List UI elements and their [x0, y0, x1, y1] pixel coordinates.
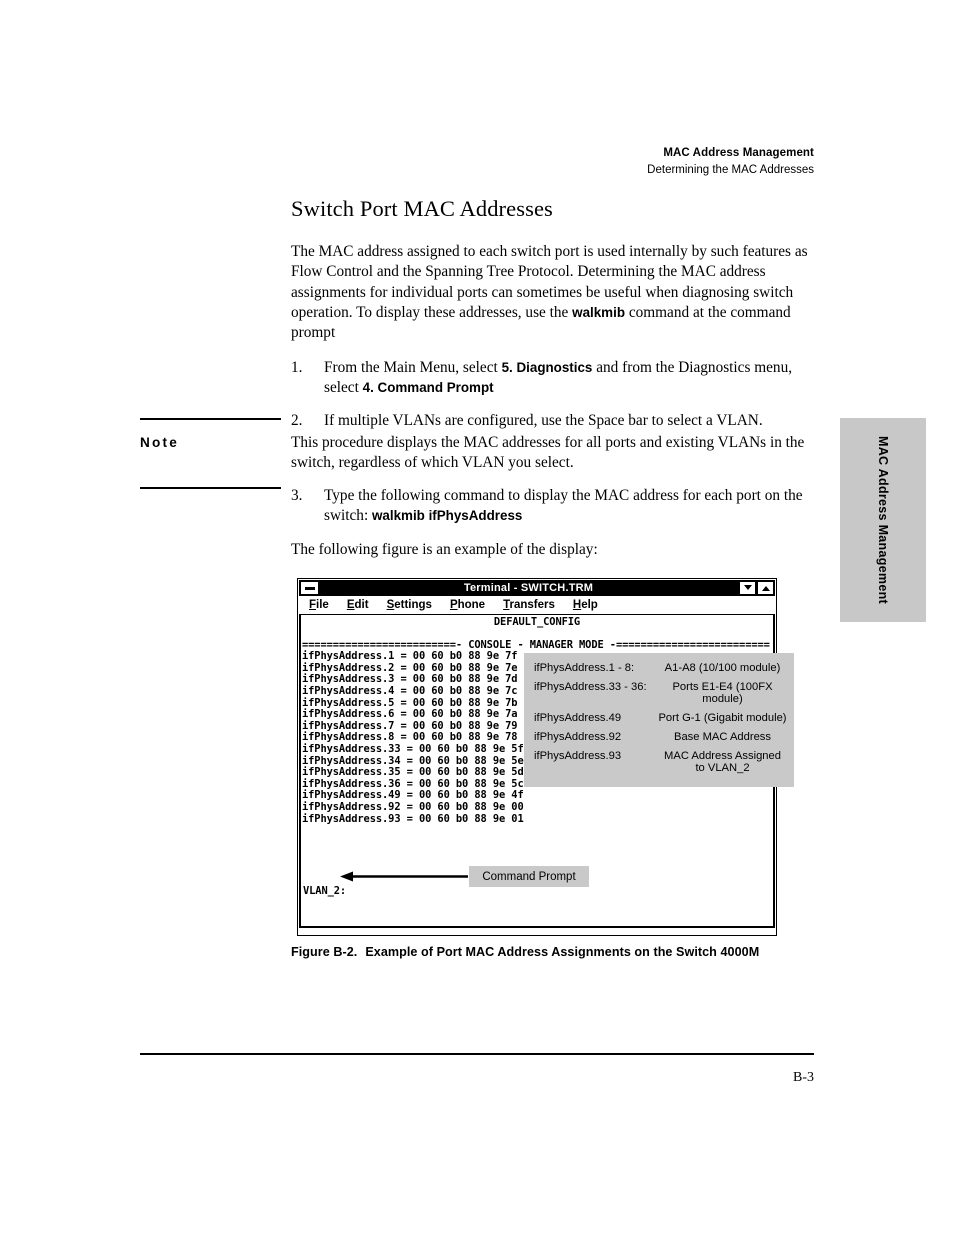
menu-item-phone[interactable]: Phone [450, 599, 485, 611]
step-number: 1. [291, 358, 303, 376]
chevron-down-icon[interactable] [739, 581, 756, 595]
terminal-output-line: ifPhysAddress.92 = 00 60 b0 88 9e 00 [302, 800, 524, 813]
running-header-subtitle: Determining the MAC Addresses [647, 163, 814, 176]
legend-key: ifPhysAddress.1 - 8: [534, 662, 635, 674]
legend-row: ifPhysAddress.1 - 8: A1-A8 (10/100 module… [524, 662, 794, 674]
steps-list-continued: 3. Type the following command to display … [291, 486, 818, 527]
step-bold-1: 5. Diagnostics [501, 359, 593, 375]
legend-row: ifPhysAddress.33 - 36: Ports E1-E4 (100FX… [524, 681, 794, 705]
note-block: Note This procedure displays the MAC add… [140, 418, 814, 489]
legend-row: ifPhysAddress.93 MAC Address Assigned to … [524, 750, 794, 774]
legend-key: ifPhysAddress.49 [534, 712, 622, 724]
note-label: Note [140, 434, 180, 450]
terminal-separator-line: =========================- CONSOLE - MAN… [302, 638, 770, 651]
terminal-titlebar[interactable]: Terminal - SWITCH.TRM [299, 580, 775, 596]
menu-item-settings[interactable]: Settings [387, 599, 432, 611]
figure-caption: Figure B-2. Example of Port MAC Address A… [291, 945, 831, 959]
step-number: 3. [291, 487, 303, 504]
figure-lead-in: The following figure is an example of th… [291, 540, 598, 558]
minimize-box-icon[interactable] [300, 581, 319, 595]
callout-arrow-icon [340, 871, 468, 882]
note-rule-bottom [140, 487, 281, 489]
list-item: 1. From the Main Menu, select 5. Diagnost… [291, 358, 814, 399]
terminal-command-prompt[interactable]: VLAN_2: [303, 885, 346, 898]
legend-value: Ports E1-E4 (100FX module) [672, 681, 773, 705]
steps-list-part2: 3. Type the following command to display … [291, 486, 818, 574]
terminal-menubar[interactable]: File Edit Settings Phone Transfers Help [299, 596, 775, 615]
legend-value: Base MAC Address [674, 731, 771, 743]
legend-key: ifPhysAddress.33 - 36: [534, 681, 647, 693]
legend-row: ifPhysAddress.49 Port G-1 (Gigabit module… [524, 712, 794, 724]
terminal-output-line: ifPhysAddress.93 = 00 60 b0 88 9e 01 [302, 812, 524, 825]
chapter-thumb-tab: MAC Address Management [840, 418, 926, 622]
legend-key: ifPhysAddress.93 [534, 750, 622, 762]
window-controls[interactable] [738, 581, 774, 595]
figure-caption-text: Example of Port MAC Address Assignments … [365, 945, 760, 959]
callout-command-prompt-text: Command Prompt [482, 870, 576, 883]
chevron-up-icon[interactable] [757, 581, 774, 595]
page-number: B-3 [793, 1070, 814, 1085]
intro-paragraph: The MAC address assigned to each switch … [291, 242, 814, 344]
callout-legend-box: ifPhysAddress.1 - 8: A1-A8 (10/100 module… [524, 653, 794, 787]
legend-value: MAC Address Assigned to VLAN_2 [664, 750, 781, 774]
footer-rule [140, 1053, 814, 1055]
figure-number: Figure B-2. [291, 945, 358, 959]
callout-command-prompt-label: Command Prompt [469, 866, 589, 887]
legend-key: ifPhysAddress.92 [534, 731, 622, 743]
step-bold-2: 4. Command Prompt [362, 380, 494, 396]
intro-command: walkmib [572, 305, 625, 321]
menu-item-help[interactable]: Help [573, 599, 598, 611]
menu-item-edit[interactable]: Edit [347, 599, 369, 611]
legend-row: ifPhysAddress.92 Base MAC Address [524, 731, 794, 743]
legend-value: Port G-1 (Gigabit module) [658, 712, 787, 724]
legend-value: A1-A8 (10/100 module) [664, 662, 781, 674]
terminal-window-title: Terminal - SWITCH.TRM [463, 582, 594, 594]
chapter-thumb-tab-label: MAC Address Management [876, 436, 890, 604]
list-item: 3. Type the following command to display … [291, 486, 818, 527]
note-text: This procedure displays the MAC addresse… [291, 433, 805, 471]
menu-item-transfers[interactable]: Transfers [503, 599, 555, 611]
page-title: Switch Port MAC Addresses [291, 196, 553, 221]
terminal-config-line: DEFAULT_CONFIG [493, 616, 581, 628]
main-content: Switch Port MAC Addresses The MAC addres… [291, 196, 814, 445]
running-header: MAC Address Management Determining the M… [647, 146, 814, 177]
menu-item-file[interactable]: File [309, 599, 329, 611]
step-text-1: From the Main Menu, select [324, 358, 502, 376]
step-bold-1: walkmib ifPhysAddress [372, 508, 523, 524]
running-header-title: MAC Address Management [663, 147, 814, 159]
